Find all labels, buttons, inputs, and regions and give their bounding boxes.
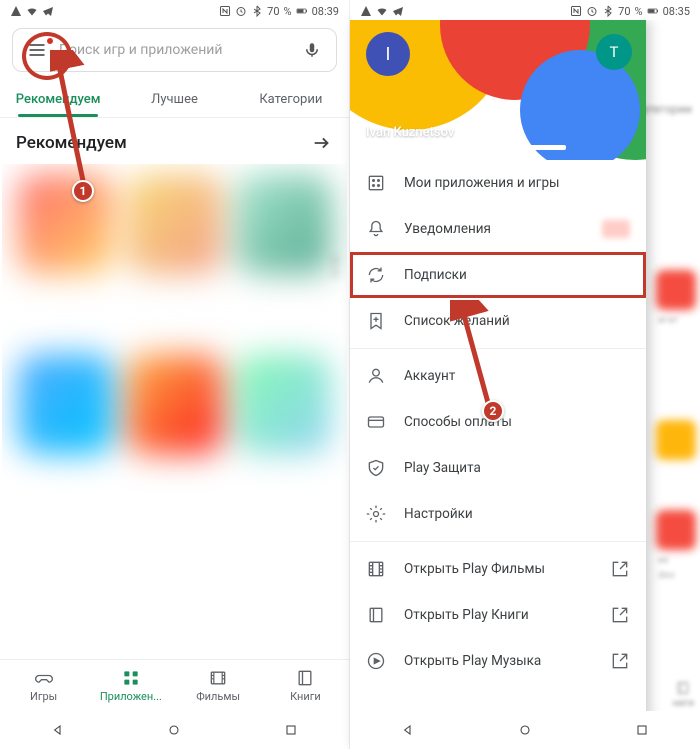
- tab-recommend[interactable]: Рекомендуем: [0, 82, 116, 117]
- drawer-item-my-apps[interactable]: Мои приложения и игры: [350, 160, 646, 206]
- battery-icon: [296, 5, 308, 17]
- hamburger-icon: [27, 40, 47, 60]
- wifi-icon: [376, 5, 388, 17]
- tabs-row: Рекомендуем Лучшее Категории: [0, 78, 349, 118]
- search-placeholder: Поиск игр и приложений: [59, 42, 298, 58]
- status-bar: 70% 08:35: [350, 0, 700, 20]
- games-icon: [34, 668, 54, 688]
- screen-play-store-drawer: 70% 08:35 атегории игат ее deo ниги: [350, 0, 700, 749]
- recent-icon[interactable]: [283, 722, 299, 738]
- bluetooth-icon: [602, 5, 614, 17]
- book-open-icon: [366, 605, 386, 625]
- avatar-secondary[interactable]: T: [596, 34, 632, 70]
- divider: [350, 541, 646, 542]
- telegram-icon: [392, 5, 404, 17]
- nav-movies[interactable]: Фильмы: [175, 660, 262, 711]
- status-bar: 70% 08:39: [0, 0, 349, 20]
- system-nav-bar: [0, 711, 349, 749]
- nav-games[interactable]: Игры: [0, 660, 87, 711]
- refresh-icon: [366, 265, 386, 285]
- user-email-bar: [366, 145, 566, 150]
- nav-apps[interactable]: Приложен...: [87, 660, 174, 711]
- voice-search-button[interactable]: [298, 36, 326, 64]
- tab-categories[interactable]: Категории: [233, 82, 349, 117]
- screen-play-store-home: 70% 08:39 Поиск игр и приложений Рекомен…: [0, 0, 350, 749]
- microphone-icon: [303, 41, 321, 59]
- arrow-right-icon: [311, 132, 333, 154]
- notification-badge: [602, 220, 630, 238]
- open-icon: [610, 651, 630, 671]
- card-icon: [366, 412, 386, 432]
- nav-books[interactable]: Книги: [262, 660, 349, 711]
- books-icon: [675, 680, 691, 696]
- bg-tab-fragment: атегории: [642, 102, 692, 116]
- section-header[interactable]: Рекомендуем: [0, 118, 349, 164]
- open-icon: [610, 559, 630, 579]
- drawer-item-wishlist[interactable]: Список желаний: [350, 298, 646, 344]
- back-icon[interactable]: [50, 722, 66, 738]
- film-icon: [366, 559, 386, 579]
- avatar[interactable]: I: [366, 32, 410, 76]
- divider: [350, 348, 646, 349]
- tab-best[interactable]: Лучшее: [116, 82, 232, 117]
- wifi-icon: [26, 5, 38, 17]
- clock-time: 08:39: [312, 5, 339, 18]
- annotation-marker-2: 2: [482, 400, 504, 422]
- alarm-icon: [586, 5, 598, 17]
- apps-icon: [121, 668, 141, 688]
- navigation-drawer: I T Ivan Kuznetsov Мои приложения и игры…: [350, 20, 646, 749]
- drawer-item-open-books[interactable]: Открыть Play Книги: [350, 592, 646, 638]
- nfc-icon: [219, 5, 231, 17]
- telegram-icon: [42, 5, 54, 17]
- battery-icon: [647, 5, 659, 17]
- user-name: Ivan Kuznetsov: [366, 125, 454, 140]
- section-title: Рекомендуем: [16, 133, 127, 153]
- music-icon: [366, 651, 386, 671]
- system-nav-bar: [350, 711, 700, 749]
- battery-percent: 70: [267, 5, 279, 18]
- shield-icon: [366, 458, 386, 478]
- drawer-item-notifications[interactable]: Уведомления: [350, 206, 646, 252]
- home-icon[interactable]: [517, 722, 533, 738]
- annotation-marker-1: 1: [72, 180, 94, 202]
- drawer-list: Мои приложения и игры Уведомления Подпис…: [350, 160, 646, 749]
- drawer-item-account[interactable]: Аккаунт: [350, 353, 646, 399]
- books-icon: [295, 668, 315, 688]
- signal-icon: [360, 5, 372, 17]
- back-icon[interactable]: [400, 722, 416, 738]
- drawer-item-open-music[interactable]: Открыть Play Музыка: [350, 638, 646, 684]
- recent-icon[interactable]: [634, 722, 650, 738]
- battery-percent: 70: [618, 5, 630, 18]
- gear-icon: [366, 504, 386, 524]
- signal-icon: [10, 5, 22, 17]
- drawer-item-play-protect[interactable]: Play Защита: [350, 445, 646, 491]
- home-icon[interactable]: [166, 722, 182, 738]
- drawer-item-subscriptions[interactable]: Подписки: [350, 252, 646, 298]
- search-bar[interactable]: Поиск игр и приложений: [12, 28, 337, 72]
- bluetooth-icon: [251, 5, 263, 17]
- bg-nav-books: ниги: [672, 680, 694, 709]
- blurred-app-grid: Б5: [2, 164, 347, 659]
- nfc-icon: [570, 5, 582, 17]
- bookmark-plus-icon: [366, 311, 386, 331]
- menu-button[interactable]: [23, 36, 51, 64]
- drawer-item-open-movies[interactable]: Открыть Play Фильмы: [350, 546, 646, 592]
- bottom-nav: Игры Приложен... Фильмы Книги: [0, 659, 349, 711]
- bell-icon: [366, 219, 386, 239]
- account-icon: [366, 366, 386, 386]
- clock-time: 08:35: [663, 5, 690, 18]
- drawer-item-settings[interactable]: Настройки: [350, 491, 646, 537]
- drawer-header[interactable]: I T Ivan Kuznetsov: [350, 20, 646, 160]
- alarm-icon: [235, 5, 247, 17]
- notification-dot-icon: [47, 38, 53, 44]
- open-icon: [610, 605, 630, 625]
- apps-list-icon: [366, 173, 386, 193]
- movies-icon: [208, 668, 228, 688]
